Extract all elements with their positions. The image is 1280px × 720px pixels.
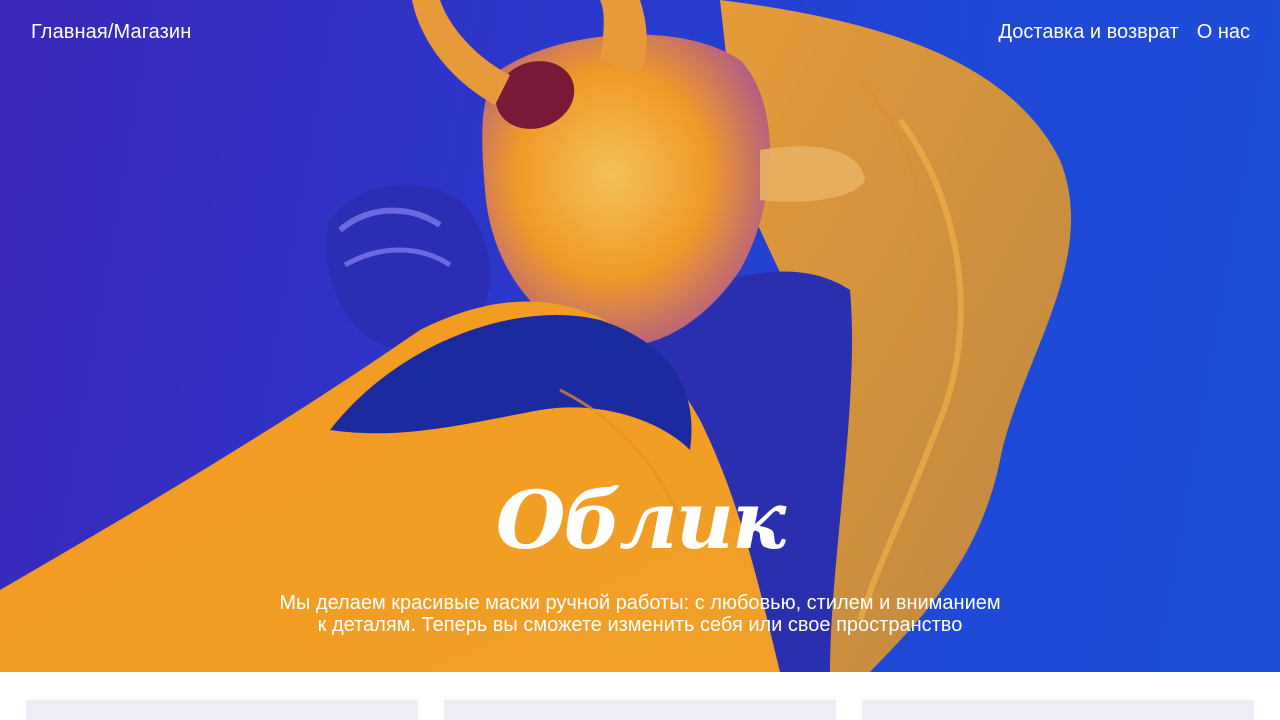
product-card[interactable] (862, 700, 1254, 720)
product-grid (0, 672, 1280, 720)
nav-shop-link[interactable]: Магазин (114, 21, 192, 44)
product-card[interactable] (444, 700, 836, 720)
hero-image (0, 0, 1072, 672)
top-nav: Доставка и возврат О нас (998, 21, 1250, 44)
hero-tagline: Мы делаем красивые маски ручной работы: … (0, 592, 1280, 636)
nav-delivery-link[interactable]: Доставка и возврат (998, 21, 1178, 44)
tagline-line-2: к деталям. Теперь вы сможете изменить се… (317, 614, 963, 636)
hero-banner: Главная / Магазин Доставка и возврат О н… (0, 0, 1280, 672)
nav-about-link[interactable]: О нас (1197, 21, 1250, 44)
product-card[interactable] (26, 700, 418, 720)
brand-logo: Облик (495, 473, 786, 567)
breadcrumb: Главная / Магазин (31, 21, 191, 44)
nav-home-link[interactable]: Главная (31, 21, 108, 44)
tagline-line-1: Мы делаем красивые маски ручной работы: … (279, 592, 1001, 614)
